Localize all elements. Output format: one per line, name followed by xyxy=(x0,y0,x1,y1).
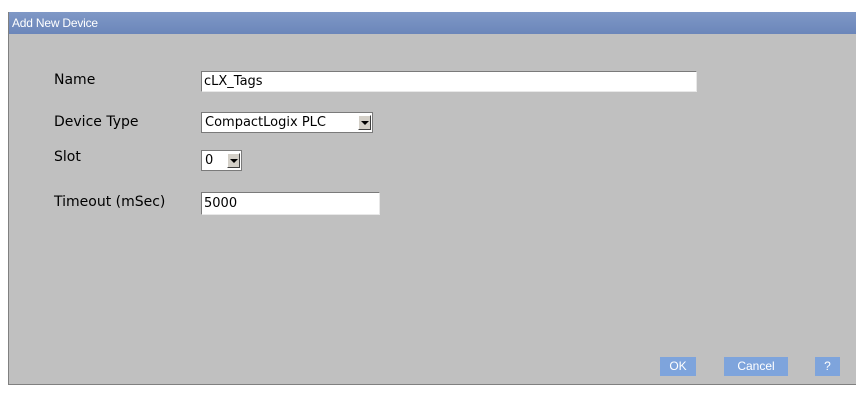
name-input[interactable] xyxy=(201,71,697,92)
timeout-input[interactable] xyxy=(201,192,380,215)
chevron-down-icon[interactable] xyxy=(358,115,371,130)
device-type-select[interactable]: CompactLogix PLC xyxy=(201,112,373,133)
device-type-value: CompactLogix PLC xyxy=(205,115,326,130)
device-type-label: Device Type xyxy=(54,114,139,130)
cancel-button[interactable]: Cancel xyxy=(724,357,788,376)
add-device-dialog: Add New Device Name Device Type CompactL… xyxy=(8,12,856,385)
help-button[interactable]: ? xyxy=(815,357,840,376)
chevron-down-icon[interactable] xyxy=(227,153,240,168)
timeout-label: Timeout (mSec) xyxy=(54,194,166,210)
slot-select[interactable]: 0 xyxy=(201,150,242,171)
slot-value: 0 xyxy=(205,153,214,168)
dialog-title: Add New Device xyxy=(9,12,856,34)
name-label: Name xyxy=(54,72,96,88)
ok-button[interactable]: OK xyxy=(660,357,696,376)
slot-label: Slot xyxy=(54,149,81,165)
